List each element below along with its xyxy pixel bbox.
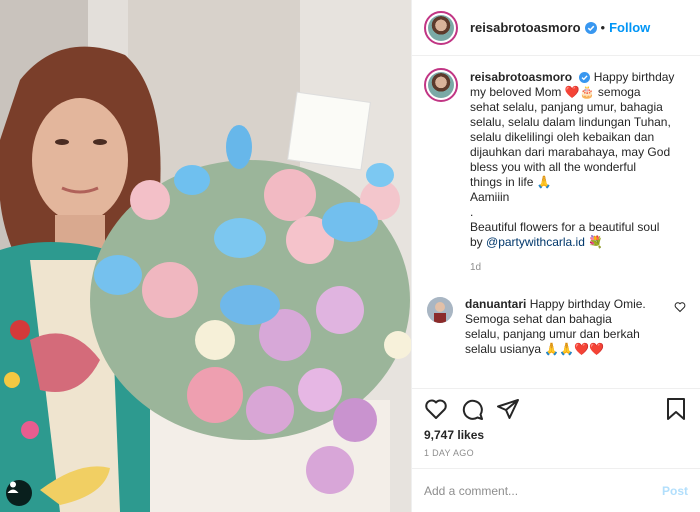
post-timestamp[interactable]: 1 DAY AGO — [412, 442, 700, 468]
caption-username[interactable]: reisabrotoasmoro — [470, 70, 572, 84]
caption-text-line: bless you with all the wonderful — [470, 160, 637, 174]
post-header: reisabrotoasmoro • Follow — [412, 0, 700, 56]
caption-text-line: selalu, selalu dalam lindungan Tuhan, — [470, 115, 671, 129]
verified-badge-icon — [584, 21, 597, 34]
comment-text-line: Happy birthday Omie. — [529, 297, 646, 311]
caption-text-line: Beautiful flowers for a beautiful soul — [470, 220, 660, 234]
paper-plane-icon[interactable] — [496, 397, 520, 421]
comment-icon[interactable] — [460, 397, 484, 421]
post-comment-button[interactable]: Post — [662, 484, 688, 498]
caption-age: 1d — [470, 262, 482, 273]
commenter-avatar[interactable] — [427, 297, 453, 323]
bookmark-icon[interactable] — [664, 397, 688, 421]
action-bar — [412, 388, 700, 428]
commenter-username[interactable]: danuantari — [465, 297, 526, 311]
caption-text-line: dijauhkan dari marabahaya, may God — [470, 145, 671, 159]
comment-body: danuantari Happy birthday Omie. Semoga s… — [465, 297, 668, 357]
verified-badge-icon — [579, 72, 591, 83]
header-separator: • — [600, 20, 606, 35]
caption-text-line: things in life 🙏 — [470, 175, 552, 189]
caption-text-end: 💐 — [584, 235, 604, 249]
comments-section: reisabrotoasmoro Happy birthday my belov… — [412, 56, 700, 388]
follow-button[interactable]: Follow — [609, 20, 650, 35]
author-avatar[interactable] — [424, 10, 458, 45]
comment-item: danuantari Happy birthday Omie. Semoga s… — [424, 297, 686, 357]
user-tag-icon — [7, 481, 19, 493]
photo-illustration — [0, 0, 411, 512]
author-username[interactable]: reisabrotoasmoro — [470, 20, 581, 35]
user-tag-button[interactable] — [6, 480, 32, 506]
caption-text-line: . — [470, 205, 474, 219]
caption-text-line: sehat selalu, panjang umur, bahagia — [470, 100, 663, 114]
likes-count[interactable]: 9,747 likes — [412, 428, 700, 442]
heart-icon[interactable] — [424, 397, 448, 421]
comment-input[interactable] — [424, 483, 662, 498]
caption-text-line: selalu dikelilingi oleh kebaikan dan — [470, 130, 655, 144]
caption-mention-link[interactable]: @partywithcarla.id — [486, 235, 585, 249]
caption-text-line: by — [470, 235, 487, 249]
comment-like-heart-icon[interactable] — [674, 301, 686, 313]
post-photo[interactable] — [0, 0, 411, 512]
caption: reisabrotoasmoro Happy birthday my belov… — [424, 68, 686, 275]
add-comment-bar: Post — [412, 468, 700, 512]
post-side-panel: reisabrotoasmoro • Follow reisabrotoasmo… — [411, 0, 700, 512]
caption-text-line: Happy birthday — [593, 70, 675, 84]
caption-text-line: my beloved Mom ❤️🎂 semoga — [470, 85, 641, 99]
comment-text-line: selalu usianya 🙏🙏❤️❤️ — [465, 342, 605, 356]
caption-body: reisabrotoasmoro Happy birthday my belov… — [470, 70, 674, 275]
comment-text-line: Semoga sehat dan bahagia — [465, 312, 612, 326]
caption-author-avatar[interactable] — [424, 68, 458, 102]
caption-text-line: Aamiiin — [470, 190, 510, 204]
comment-text-line: selalu, panjang umur dan berkah — [465, 327, 640, 341]
instagram-post: reisabrotoasmoro • Follow reisabrotoasmo… — [0, 0, 700, 512]
